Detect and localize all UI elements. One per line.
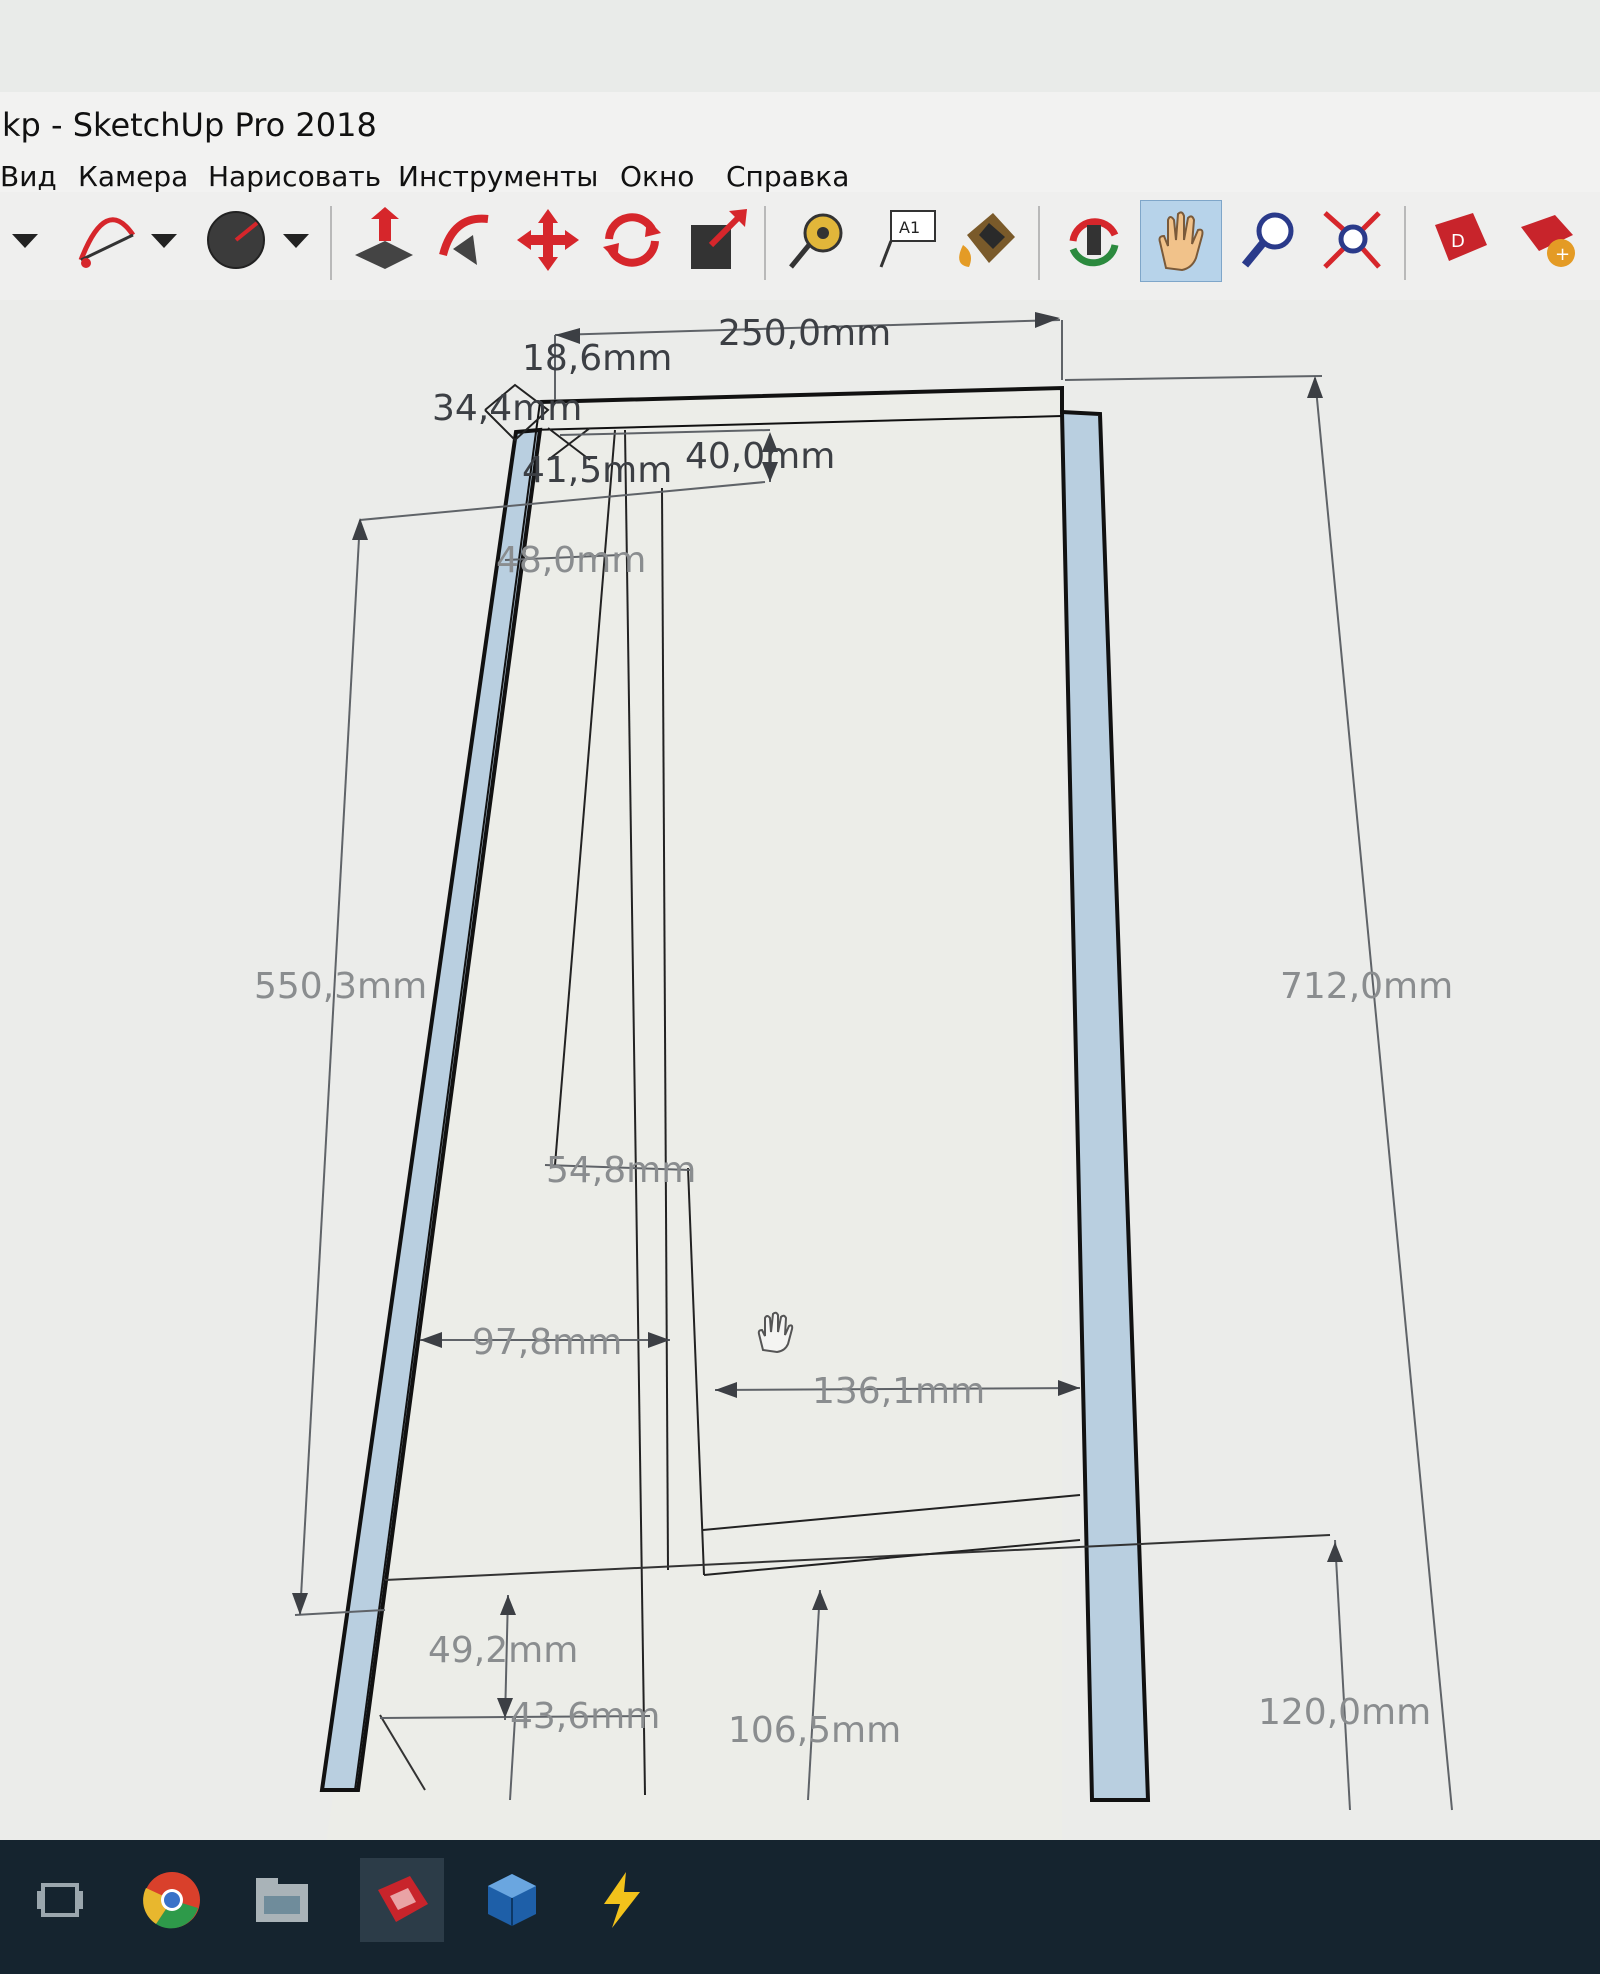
- pie-tool-icon[interactable]: [196, 200, 276, 280]
- scale-icon[interactable]: [676, 200, 756, 280]
- drawing-canvas[interactable]: 250,0mm 18,6mm 34,4mm 40,0mm 41,5mm 48,0…: [0, 300, 1600, 1840]
- dim-label-41-5: 41,5mm: [522, 450, 672, 491]
- zoom-extents-icon[interactable]: [1312, 200, 1392, 280]
- virtualbox-icon[interactable]: [470, 1858, 554, 1942]
- pan-hand-icon[interactable]: [1140, 200, 1222, 282]
- menu-view[interactable]: Вид: [0, 160, 57, 193]
- dropdown-arrow-icon[interactable]: [0, 200, 50, 280]
- 3d-warehouse-icon[interactable]: D: [1420, 200, 1500, 280]
- menu-draw[interactable]: Нарисовать: [208, 160, 381, 193]
- text-label-icon-text: A1: [899, 218, 920, 237]
- dim-label-250: 250,0mm: [718, 313, 891, 354]
- dim-label-40: 40,0mm: [685, 436, 835, 477]
- menu-tools[interactable]: Инструменты: [398, 160, 598, 193]
- chrome-icon[interactable]: [130, 1858, 214, 1942]
- dim-label-120: 120,0mm: [1258, 1692, 1431, 1733]
- follow-me-icon[interactable]: [428, 200, 508, 280]
- arrowhead: [1327, 1542, 1343, 1562]
- push-pull-icon[interactable]: [344, 200, 424, 280]
- toolbar-separator: [764, 206, 766, 280]
- monitor-screen: kp - SketchUp Pro 2018 Вид Камера Нарисо…: [0, 0, 1600, 1974]
- window-title-bar: kp - SketchUp Pro 2018: [0, 92, 1600, 154]
- dim-label-49-2: 49,2mm: [428, 1630, 578, 1671]
- dim-line-120: [1334, 1539, 1351, 1811]
- right-board: [1059, 409, 1151, 1802]
- toolbar-separator: [1404, 206, 1406, 280]
- arrowhead: [292, 1593, 308, 1615]
- arrowhead: [1058, 1380, 1080, 1396]
- svg-text:D: D: [1451, 231, 1465, 252]
- rotate-icon[interactable]: [592, 200, 672, 280]
- toolbar-separator: [1038, 206, 1040, 280]
- dim-line-712: [1314, 377, 1453, 1811]
- svg-text:+: +: [1555, 244, 1570, 265]
- arc-tool-icon[interactable]: [66, 200, 146, 280]
- dim-line-550: [299, 519, 361, 1616]
- paint-bucket-icon[interactable]: [948, 200, 1028, 280]
- dropdown-arrow-icon[interactable]: [144, 200, 184, 280]
- sketchup-icon[interactable]: [360, 1858, 444, 1942]
- orbit-icon[interactable]: [1054, 200, 1134, 280]
- toolbar-separator: [330, 206, 332, 280]
- dim-label-712: 712,0mm: [1280, 966, 1453, 1007]
- taskbar: [0, 1840, 1600, 1974]
- zoom-icon[interactable]: [1228, 200, 1308, 280]
- move-icon[interactable]: [508, 200, 588, 280]
- dim-label-48: 48,0mm: [496, 540, 646, 581]
- dim-label-54-8: 54,8mm: [546, 1150, 696, 1191]
- arrowhead: [1307, 376, 1323, 398]
- dim-extension: [1064, 375, 1323, 381]
- window-title: kp - SketchUp Pro 2018: [2, 106, 377, 144]
- menu-camera[interactable]: Камера: [78, 160, 188, 193]
- task-view-icon[interactable]: [18, 1858, 102, 1942]
- arrowhead: [352, 518, 368, 540]
- extension-warehouse-icon[interactable]: +: [1508, 200, 1588, 280]
- file-explorer-icon[interactable]: [240, 1858, 324, 1942]
- dropdown-arrow-icon[interactable]: [276, 200, 316, 280]
- dim-label-136-1: 136,1mm: [812, 1371, 985, 1412]
- dim-label-43-6: 43,6mm: [510, 1696, 660, 1737]
- dim-label-18-6: 18,6mm: [522, 338, 672, 379]
- tape-measure-icon[interactable]: [778, 200, 858, 280]
- dim-label-106-5: 106,5mm: [728, 1710, 901, 1751]
- dim-label-34-4: 34,4mm: [432, 388, 582, 429]
- menu-help[interactable]: Справка: [726, 160, 849, 193]
- dim-label-97-8: 97,8mm: [472, 1322, 622, 1363]
- dim-label-550-3: 550,3mm: [254, 966, 427, 1007]
- lightning-app-icon[interactable]: [580, 1858, 664, 1942]
- menu-window[interactable]: Окно: [620, 160, 694, 193]
- toolbar: A1 D +: [0, 192, 1600, 302]
- text-label-icon[interactable]: A1: [866, 200, 946, 280]
